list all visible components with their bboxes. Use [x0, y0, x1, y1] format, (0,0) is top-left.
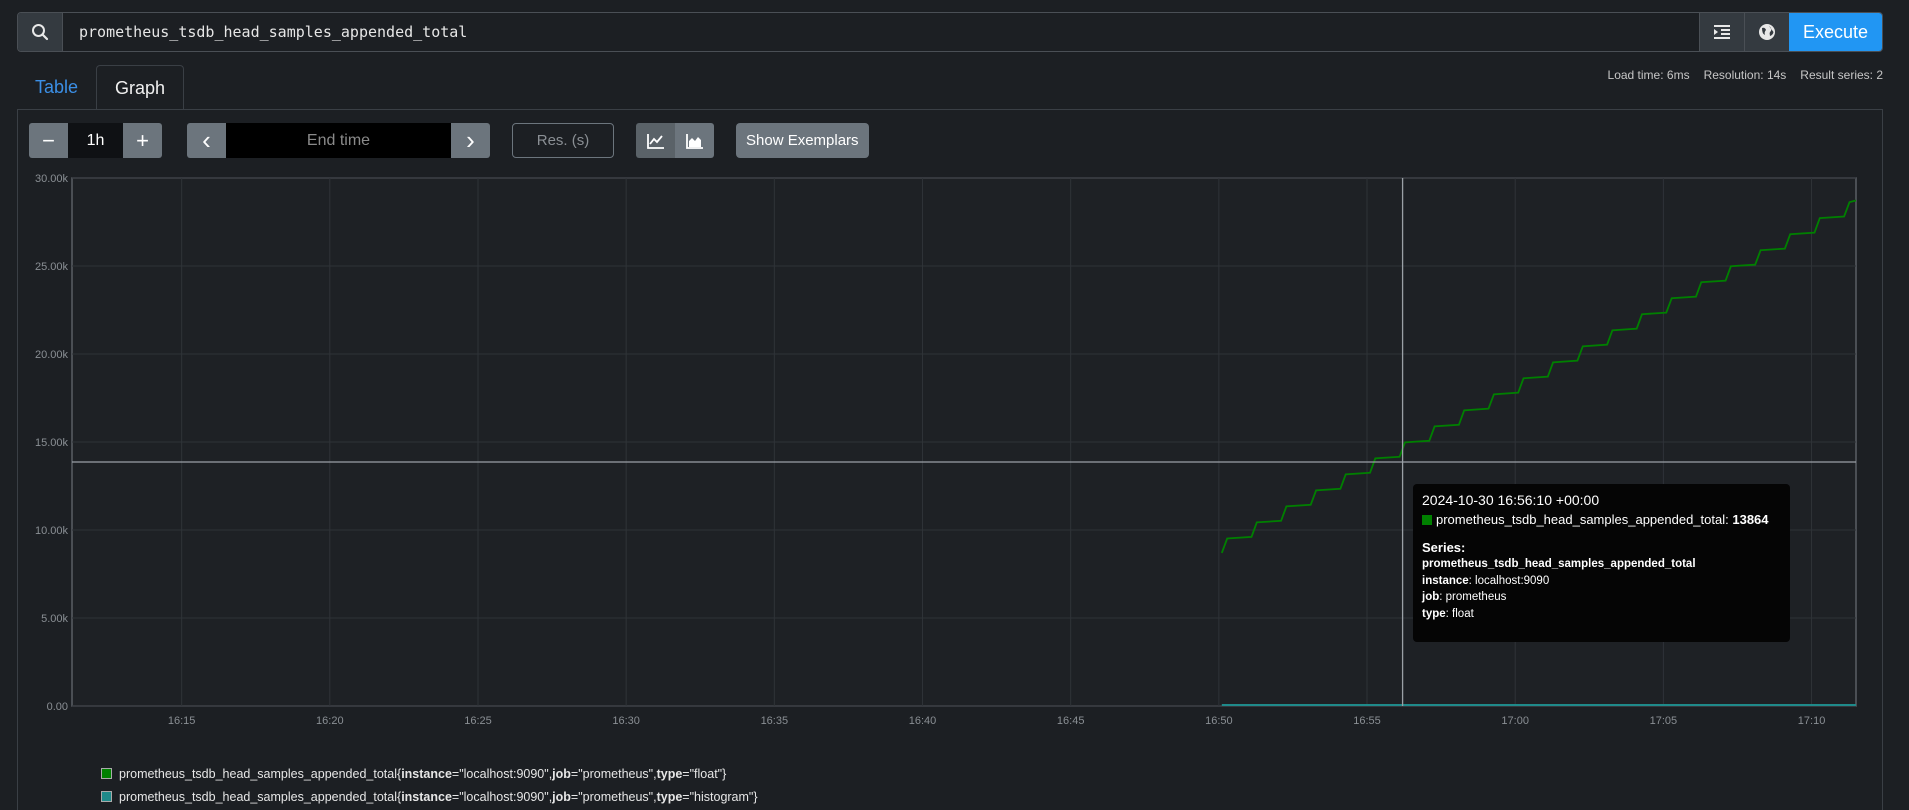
legend-swatch: [101, 768, 112, 779]
tooltip-label-value: : float: [1445, 607, 1474, 620]
legend-metric: prometheus_tsdb_head_samples_appended_to…: [119, 766, 397, 781]
tooltip-series-swatch: [1422, 515, 1432, 525]
legend-item-histogram[interactable]: prometheus_tsdb_head_samples_appended_to…: [101, 785, 758, 808]
legend-swatch: [101, 791, 112, 802]
tooltip-label-value: : prometheus: [1439, 591, 1507, 603]
y-tick-label: 10.00k: [35, 525, 69, 537]
graph-legend: prometheus_tsdb_head_samples_appended_to…: [101, 762, 758, 808]
y-tick-label: 0.00: [47, 701, 68, 713]
x-tick-label: 16:55: [1353, 715, 1381, 727]
legend-label-value: ="localhost:9090",: [451, 789, 553, 804]
y-tick-label: 5.00k: [41, 613, 68, 625]
tooltip-label-value: : localhost:9090: [1468, 574, 1550, 587]
tooltip-series-heading: Series:: [1422, 540, 1466, 555]
tooltip-label-key: job: [1422, 591, 1440, 603]
y-tick-label: 15.00k: [35, 437, 69, 449]
x-tick-label: 16:35: [761, 715, 789, 727]
x-tick-label: 16:50: [1205, 715, 1233, 727]
legend-label-key: type: [656, 766, 683, 781]
tooltip-series-name: prometheus_tsdb_head_samples_appended_to…: [1422, 558, 1696, 570]
legend-label-value: ="localhost:9090",: [451, 766, 553, 781]
x-tick-label: 16:40: [909, 715, 937, 727]
legend-label-value: ="float"}: [682, 766, 727, 781]
legend-label-key: job: [552, 789, 571, 804]
tooltip-metric: prometheus_tsdb_head_samples_appended_to…: [1436, 512, 1729, 527]
tooltip-value: 13864: [1732, 512, 1769, 527]
x-tick-label: 17:05: [1650, 715, 1678, 727]
legend-metric: prometheus_tsdb_head_samples_appended_to…: [119, 789, 397, 804]
x-tick-label: 16:20: [316, 715, 344, 727]
legend-item-float[interactable]: prometheus_tsdb_head_samples_appended_to…: [101, 762, 758, 785]
legend-label-key: instance: [401, 789, 452, 804]
hover-tooltip: 2024-10-30 16:56:10 +00:00 prometheus_ts…: [1413, 484, 1790, 642]
x-tick-label: 16:15: [168, 715, 196, 727]
tooltip-label-key: instance: [1422, 574, 1469, 587]
y-tick-label: 25.00k: [35, 261, 69, 273]
x-tick-label: 17:00: [1501, 715, 1529, 727]
legend-label-key: instance: [401, 766, 452, 781]
y-tick-label: 20.00k: [35, 349, 69, 361]
tooltip-timestamp: 2024-10-30 16:56:10 +00:00: [1422, 492, 1600, 508]
legend-label-key: type: [656, 789, 683, 804]
legend-label-value: ="prometheus",: [570, 789, 657, 804]
x-tick-label: 16:45: [1057, 715, 1085, 727]
x-tick-label: 16:25: [464, 715, 492, 727]
legend-label-value: ="prometheus",: [570, 766, 657, 781]
legend-label-key: job: [552, 766, 571, 781]
x-tick-label: 17:10: [1798, 715, 1826, 727]
graph-chart[interactable]: 0.00 5.00k 10.00k 15.00k 20.00k 25.00k 30.00k 1…: [0, 0, 1909, 810]
tooltip-label-key: type: [1422, 607, 1446, 620]
legend-label-value: ="histogram"}: [682, 789, 758, 804]
x-tick-label: 16:30: [612, 715, 640, 727]
y-tick-label: 30.00k: [35, 173, 69, 185]
